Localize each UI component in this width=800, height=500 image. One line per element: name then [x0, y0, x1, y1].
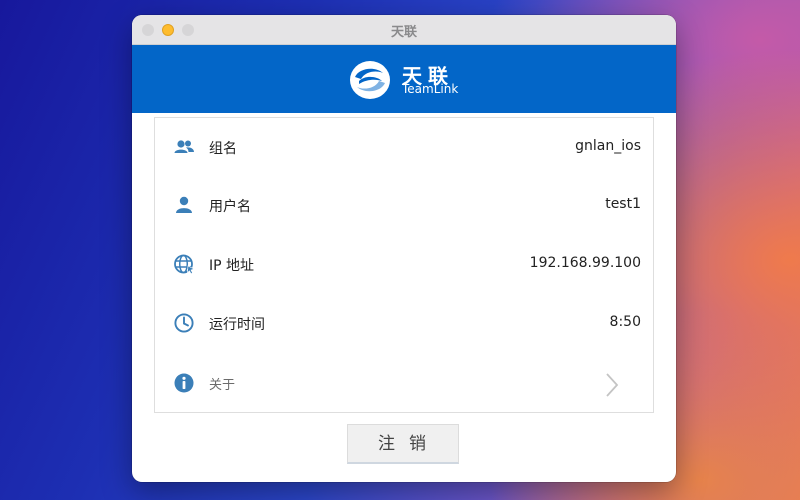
row-group-name: 组名 gnlan_ios: [155, 118, 653, 176]
ip-address-label: IP 地址: [209, 258, 255, 274]
uptime-value: 8:50: [609, 314, 641, 330]
row-ip-address: IP 地址 192.168.99.100: [155, 235, 653, 293]
user-icon: [176, 196, 192, 213]
ip-address-value: 192.168.99.100: [529, 255, 641, 271]
globe-icon: [174, 254, 195, 275]
uptime-label: 运行时间: [209, 317, 265, 333]
row-uptime: 运行时间 8:50: [155, 294, 653, 352]
group-name-label: 组名: [209, 141, 237, 157]
logout-button[interactable]: 注销: [347, 424, 459, 464]
group-name-value: gnlan_ios: [575, 138, 641, 154]
row-about[interactable]: 关于: [155, 354, 653, 412]
clock-icon: [174, 313, 194, 333]
username-value: test1: [605, 196, 641, 212]
about-label: 关于: [209, 378, 236, 393]
app-window: 天联 天联 TeamLink 组名 gnlan_ios 用户名 test1 IP…: [132, 15, 676, 482]
teamlink-logo-icon: [350, 61, 390, 99]
title-bar: 天联: [132, 15, 676, 45]
info-icon: [174, 373, 194, 393]
row-username: 用户名 test1: [155, 176, 653, 234]
brand-name-english: TeamLink: [402, 82, 459, 96]
brand-header: 天联 TeamLink: [132, 45, 676, 113]
chevron-right-icon: [606, 373, 619, 397]
group-icon: [174, 140, 194, 153]
username-label: 用户名: [209, 199, 251, 215]
info-panel: 组名 gnlan_ios 用户名 test1 IP 地址 192.168.99.…: [154, 117, 654, 413]
window-title: 天联: [390, 25, 417, 40]
